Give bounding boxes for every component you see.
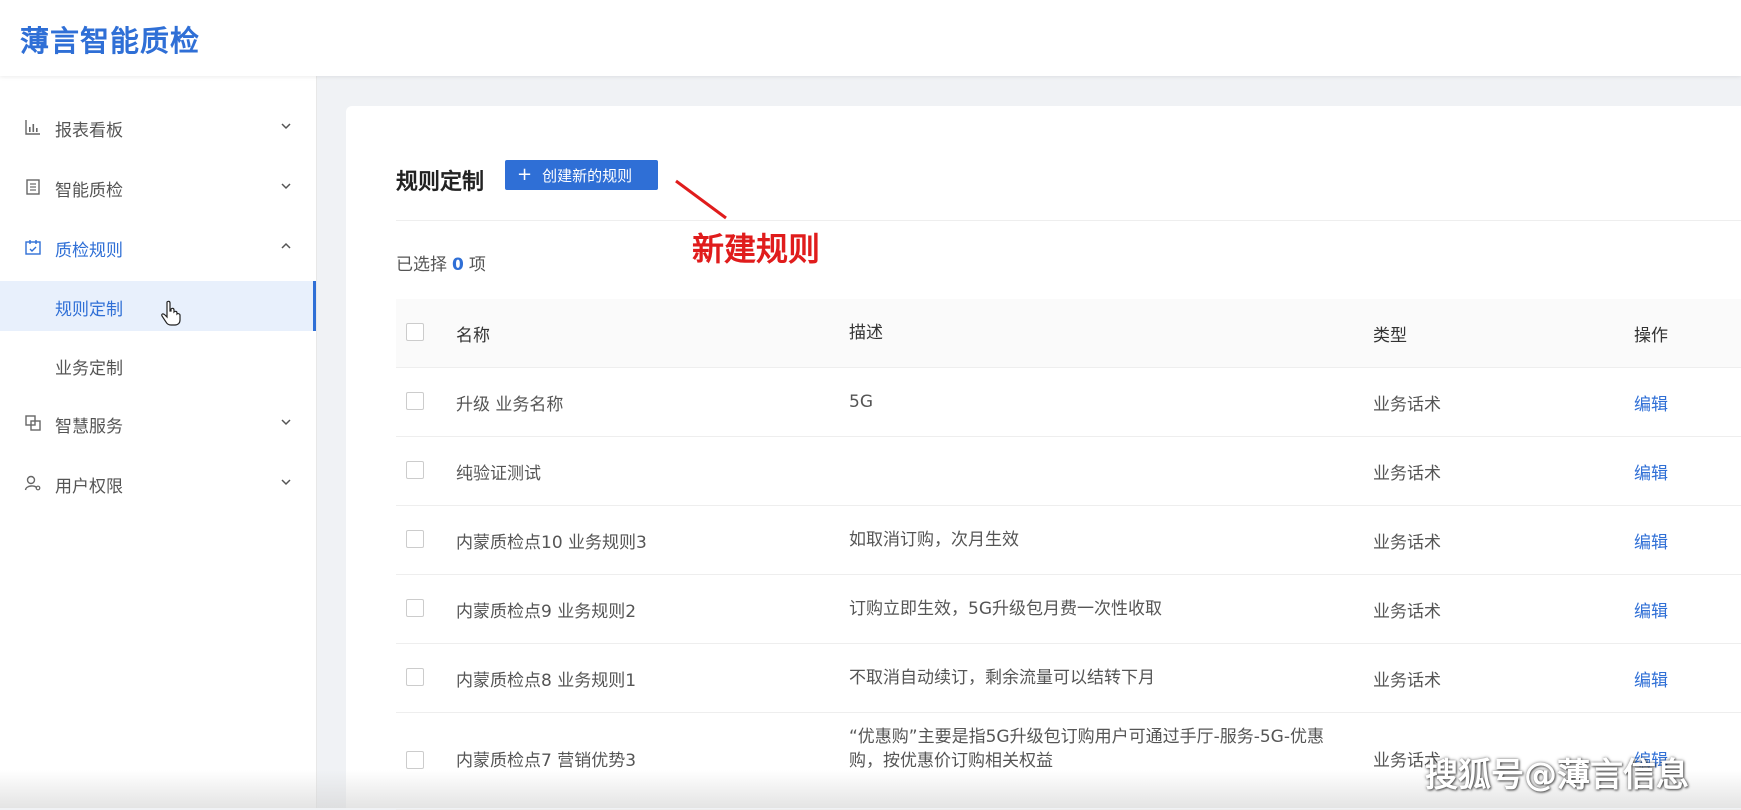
table-row: 内蒙质检点8 业务规则1 不取消自动续订，剩余流量可以结转下月 业务话术 编辑	[396, 644, 1741, 713]
edit-link[interactable]: 编辑	[1634, 459, 1668, 484]
plus-icon: +	[517, 164, 533, 185]
sidebar-subitem-label: 业务定制	[55, 359, 123, 379]
row-checkbox[interactable]	[406, 751, 424, 769]
column-header-operation: 操作	[1634, 326, 1668, 346]
create-rule-button-label: 创建新的规则	[542, 166, 633, 185]
sidebar-item-label: 报表看板	[55, 121, 123, 141]
sidebar-item-inspection-rules[interactable]: 质检规则	[0, 222, 316, 272]
brand-logo-text[interactable]: 薄言智能质检	[20, 18, 200, 60]
row-type: 业务话术	[1373, 395, 1441, 415]
sidebar-item-user-permissions[interactable]: 用户权限	[0, 458, 316, 508]
sidebar-item-label: 智慧服务	[55, 417, 123, 437]
chevron-down-icon	[281, 419, 291, 426]
row-name: 内蒙质检点9 业务规则2	[456, 602, 637, 622]
selected-suffix: 项	[468, 255, 486, 275]
sidebar-item-label: 智能质检	[55, 181, 123, 201]
sidebar-item-smart-service[interactable]: 智慧服务	[0, 398, 316, 448]
selected-count: 0	[452, 255, 464, 275]
annotation-label: 新建规则	[692, 230, 821, 268]
document-icon	[26, 179, 40, 195]
sidebar: 报表看板 智能质检 质检规则 规则定制 业务定制 智慧服务 用户权限	[0, 76, 317, 808]
row-type: 业务话术	[1373, 602, 1441, 622]
chevron-down-icon	[281, 123, 291, 130]
row-checkbox[interactable]	[406, 530, 424, 548]
annotation-arrow-line	[675, 179, 727, 220]
copy-icon	[25, 415, 41, 431]
create-rule-button[interactable]: + 创建新的规则	[505, 160, 658, 190]
row-type: 业务话术	[1373, 671, 1441, 691]
row-type: 业务话术	[1373, 533, 1441, 553]
page-title: 规则定制	[396, 170, 485, 195]
row-type: 业务话术	[1373, 464, 1441, 484]
edit-link[interactable]: 编辑	[1634, 666, 1668, 691]
row-description: 如取消订购，次月生效	[849, 530, 1019, 550]
main-content-panel: 规则定制 + 创建新的规则 新建规则 已选择 0 项 名称 描述 类型 操作 升级 …	[346, 106, 1741, 810]
select-all-checkbox[interactable]	[406, 323, 424, 341]
row-name: 内蒙质检点10 业务规则3	[456, 533, 647, 553]
row-description: “优惠购”主要是指5G升级包订购用户可通过手厅-服务-5G-优惠购，按优惠价订购…	[849, 727, 1324, 771]
row-checkbox[interactable]	[406, 392, 424, 410]
column-header-name: 名称	[456, 326, 490, 346]
bar-chart-icon	[25, 120, 40, 135]
edit-link[interactable]: 编辑	[1634, 390, 1668, 415]
divider	[396, 220, 1741, 221]
hand-pointer-cursor-icon	[161, 300, 181, 326]
row-name: 内蒙质检点8 业务规则1	[456, 671, 637, 691]
edit-link[interactable]: 编辑	[1634, 528, 1668, 553]
chevron-up-icon	[281, 242, 291, 249]
user-key-icon	[24, 475, 41, 491]
top-header: 薄言智能质检	[0, 0, 1741, 76]
watermark-text: 搜狐号@薄言信息	[1425, 755, 1689, 794]
sidebar-item-dashboard[interactable]: 报表看板	[0, 102, 316, 152]
table-row: 内蒙质检点10 业务规则3 如取消订购，次月生效 业务话术 编辑	[396, 506, 1741, 575]
sidebar-item-label: 质检规则	[55, 241, 123, 261]
row-name: 纯验证测试	[456, 464, 541, 484]
calendar-check-icon	[25, 240, 41, 255]
chevron-down-icon	[281, 479, 291, 486]
selected-prefix: 已选择	[396, 255, 447, 275]
selected-count-info: 已选择 0 项	[396, 250, 486, 275]
row-checkbox[interactable]	[406, 599, 424, 617]
table-row: 纯验证测试 业务话术 编辑	[396, 437, 1741, 506]
sidebar-item-smart-inspection[interactable]: 智能质检	[0, 162, 316, 212]
sidebar-subitem-business-customization[interactable]: 业务定制	[0, 340, 316, 390]
row-name: 升级 业务名称	[456, 395, 564, 415]
row-name: 内蒙质检点7 营销优势3	[456, 751, 637, 771]
row-description: 5G	[849, 392, 873, 412]
table-row: 升级 业务名称 5G 业务话术 编辑	[396, 368, 1741, 437]
sidebar-item-label: 用户权限	[55, 477, 123, 497]
row-description: 订购立即生效，5G升级包月费一次性收取	[849, 599, 1162, 619]
sidebar-subitem-label: 规则定制	[55, 300, 123, 320]
column-header-type: 类型	[1373, 326, 1407, 346]
sidebar-subitem-rule-customization[interactable]: 规则定制	[0, 281, 316, 331]
table-row: 内蒙质检点9 业务规则2 订购立即生效，5G升级包月费一次性收取 业务话术 编辑	[396, 575, 1741, 644]
row-checkbox[interactable]	[406, 668, 424, 686]
row-description: 不取消自动续订，剩余流量可以结转下月	[849, 668, 1155, 688]
edit-link[interactable]: 编辑	[1634, 597, 1668, 622]
column-header-description: 描述	[849, 323, 883, 343]
row-checkbox[interactable]	[406, 461, 424, 479]
chevron-down-icon	[281, 183, 291, 190]
table-header: 名称 描述 类型 操作	[396, 299, 1741, 368]
